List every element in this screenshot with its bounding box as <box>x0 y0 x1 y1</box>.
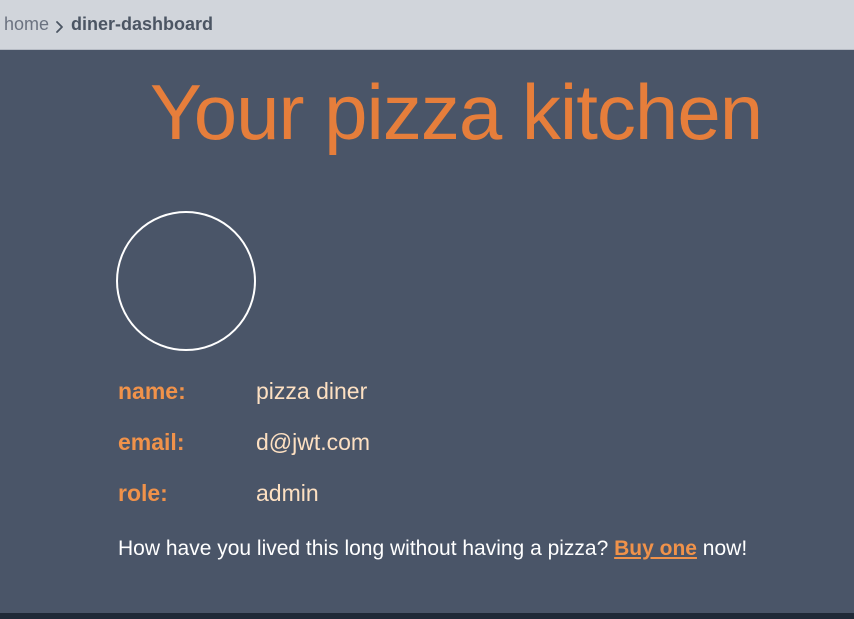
buy-prompt-message: How have you lived this long without hav… <box>118 537 747 561</box>
footer-strip <box>0 613 854 619</box>
breadcrumb-current: diner-dashboard <box>71 14 214 34</box>
role-value: admin <box>256 480 319 506</box>
email-value: d@jwt.com <box>256 429 371 455</box>
breadcrumb: home diner-dashboard <box>0 0 854 50</box>
buy-one-link[interactable]: Buy one <box>614 537 697 560</box>
page-title: Your pizza kitchen <box>149 68 763 156</box>
name-value: pizza diner <box>256 378 368 404</box>
role-label: role: <box>118 480 168 506</box>
chevron-right-icon <box>55 18 65 33</box>
breadcrumb-home-link[interactable]: home <box>4 14 49 35</box>
name-label: name: <box>118 378 186 404</box>
message-text-after: now! <box>696 537 748 560</box>
avatar <box>116 211 256 351</box>
dashboard-main: Your pizza kitchen name: pizza diner ema… <box>0 50 854 613</box>
email-label: email: <box>118 429 185 455</box>
message-text-before: How have you lived this long without hav… <box>118 537 615 560</box>
